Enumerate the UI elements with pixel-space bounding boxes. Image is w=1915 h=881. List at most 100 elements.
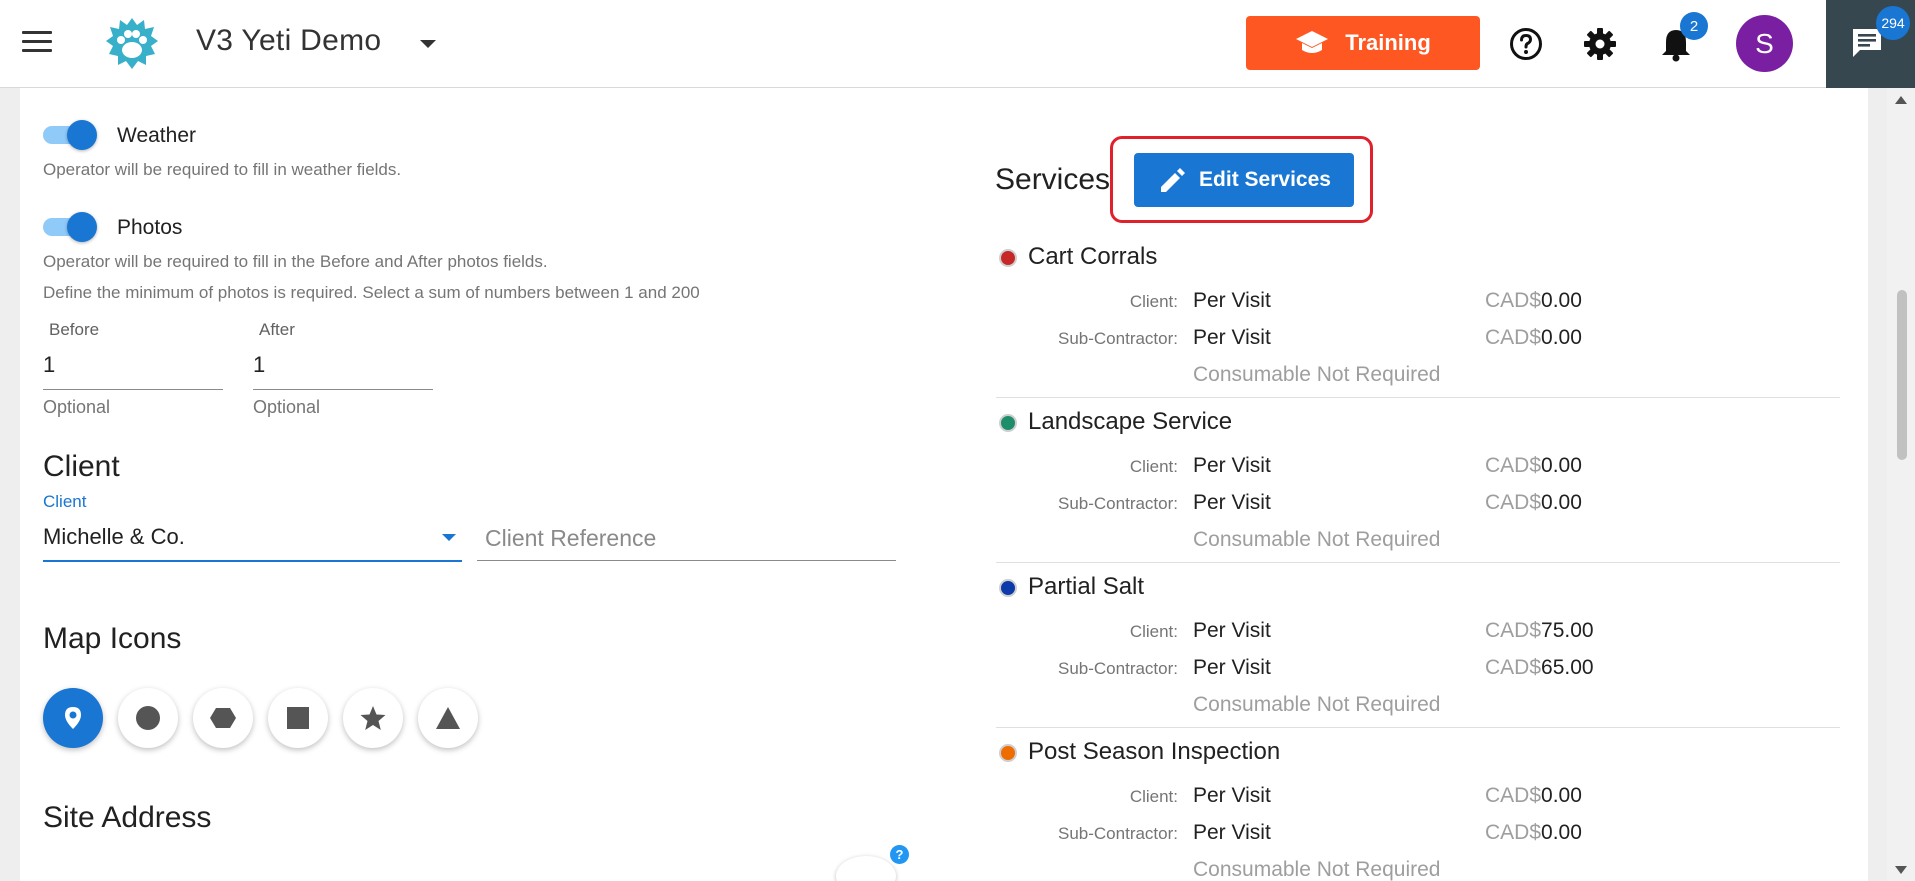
client-select-underline: [43, 560, 462, 562]
service-color-dot: [999, 579, 1017, 597]
square-icon: [287, 707, 309, 729]
before-photos-underline: [43, 389, 223, 390]
photos-helper-text: Operator will be required to fill in the…: [43, 252, 548, 271]
graduation-cap-icon: [1296, 31, 1329, 53]
client-section-title: Client: [43, 450, 120, 483]
circle-icon: [136, 706, 160, 730]
sub-contractor-rate-type: Per Visit: [1193, 656, 1271, 679]
client-rate-type: Per Visit: [1193, 619, 1271, 642]
help-icon[interactable]: [1508, 26, 1544, 62]
map-pin-icon: [65, 707, 81, 729]
map-icon-hexagon[interactable]: [193, 688, 253, 748]
training-label: Training: [1345, 30, 1431, 55]
site-details-card: [20, 88, 1868, 881]
client-rate-label: Client:: [1129, 622, 1178, 641]
account-name[interactable]: V3 Yeti Demo: [196, 24, 381, 58]
scrollbar-thumb[interactable]: [1897, 290, 1907, 460]
client-price-value: 0.00: [1541, 289, 1582, 312]
top-app-bar: V3 Yeti Demo Training 2 S 294: [0, 0, 1915, 88]
before-photos-label: Before: [49, 320, 100, 339]
consumable-status: Consumable Not Required: [1193, 363, 1441, 386]
scroll-up-arrow-icon[interactable]: [1895, 96, 1907, 104]
sub-contractor-price: CAD$65.00: [1485, 656, 1594, 680]
consumable-status: Consumable Not Required: [1193, 858, 1441, 881]
client-rate-label: Client:: [1129, 292, 1178, 311]
service-name: Landscape Service: [1028, 408, 1233, 435]
map-icon-pin[interactable]: [43, 688, 103, 748]
sub-contractor-price-value: 0.00: [1541, 821, 1582, 844]
after-photos-underline: [253, 389, 433, 390]
client-price: CAD$0.00: [1485, 454, 1582, 478]
scroll-down-arrow-icon[interactable]: [1895, 866, 1907, 874]
training-button[interactable]: Training: [1246, 16, 1480, 70]
map-icon-circle[interactable]: [118, 688, 178, 748]
photos-minimum-helper-text: Define the minimum of photos is required…: [43, 283, 700, 302]
sub-contractor-price: CAD$0.00: [1485, 491, 1582, 515]
client-select[interactable]: Michelle & Co.: [43, 524, 185, 550]
sub-contractor-price: CAD$0.00: [1485, 326, 1582, 350]
account-switch-caret-icon[interactable]: [420, 40, 436, 48]
service-name: Cart Corrals: [1028, 243, 1158, 270]
photos-toggle-label: Photos: [117, 216, 183, 239]
map-icon-star[interactable]: [343, 688, 403, 748]
menu-icon[interactable]: [22, 31, 52, 57]
sub-contractor-price-value: 0.00: [1541, 491, 1582, 514]
sub-contractor-rate-label: Sub-Contractor:: [1058, 494, 1178, 513]
client-price: CAD$0.00: [1485, 784, 1582, 808]
weather-helper-text: Operator will be required to fill in wea…: [43, 160, 402, 179]
client-price-value: 0.00: [1541, 454, 1582, 477]
service-name: Partial Salt: [1028, 573, 1145, 600]
sub-contractor-price: CAD$0.00: [1485, 821, 1582, 845]
client-price-value: 0.00: [1541, 784, 1582, 807]
chat-button[interactable]: 294: [1826, 0, 1915, 88]
service-divider: [996, 727, 1840, 728]
service-color-dot: [999, 249, 1017, 267]
hexagon-icon: [210, 708, 236, 728]
highlight-annotation: [1110, 136, 1373, 223]
weather-toggle[interactable]: [43, 120, 97, 150]
sub-contractor-rate-type: Per Visit: [1193, 326, 1271, 349]
photos-toggle[interactable]: [43, 212, 97, 242]
currency: CAD$: [1485, 326, 1542, 349]
sub-contractor-rate-type: Per Visit: [1193, 821, 1271, 844]
map-icon-square[interactable]: [268, 688, 328, 748]
currency: CAD$: [1485, 821, 1542, 844]
after-photos-label: After: [259, 320, 295, 339]
currency: CAD$: [1485, 454, 1542, 477]
before-photos-input[interactable]: 1: [43, 352, 55, 378]
after-photos-input[interactable]: 1: [253, 352, 265, 378]
service-name: Post Season Inspection: [1028, 738, 1281, 765]
currency: CAD$: [1485, 784, 1542, 807]
client-rate-type: Per Visit: [1193, 784, 1271, 807]
site-address-title: Site Address: [43, 801, 212, 834]
services-title: Services: [995, 163, 1111, 196]
consumable-status: Consumable Not Required: [1193, 693, 1441, 716]
after-photos-hint: Optional: [253, 397, 321, 417]
client-rate-label: Client:: [1129, 457, 1178, 476]
client-rate-type: Per Visit: [1193, 289, 1271, 312]
currency: CAD$: [1485, 491, 1542, 514]
star-icon: [360, 706, 386, 730]
before-photos-hint: Optional: [43, 397, 111, 417]
help-tooltip-icon[interactable]: ?: [890, 845, 909, 864]
client-rate-type: Per Visit: [1193, 454, 1271, 477]
sub-contractor-rate-type: Per Visit: [1193, 491, 1271, 514]
client-price: CAD$0.00: [1485, 289, 1582, 313]
service-color-dot: [999, 744, 1017, 762]
avatar[interactable]: S: [1736, 15, 1793, 72]
client-dropdown-caret-icon[interactable]: [442, 534, 456, 541]
service-divider: [996, 562, 1840, 563]
yeti-paw-logo: [104, 16, 160, 72]
sub-contractor-rate-label: Sub-Contractor:: [1058, 329, 1178, 348]
service-color-dot: [999, 414, 1017, 432]
notification-count-badge: 2: [1680, 12, 1708, 40]
map-icon-triangle[interactable]: [418, 688, 478, 748]
gear-icon[interactable]: [1582, 26, 1618, 62]
client-reference-underline: [477, 560, 896, 561]
page-scrollbar[interactable]: [1887, 88, 1915, 881]
client-reference-input[interactable]: Client Reference: [485, 525, 656, 552]
client-rate-label: Client:: [1129, 787, 1178, 806]
map-icons-title: Map Icons: [43, 622, 182, 655]
client-field-label: Client: [43, 492, 87, 511]
client-price: CAD$75.00: [1485, 619, 1594, 643]
